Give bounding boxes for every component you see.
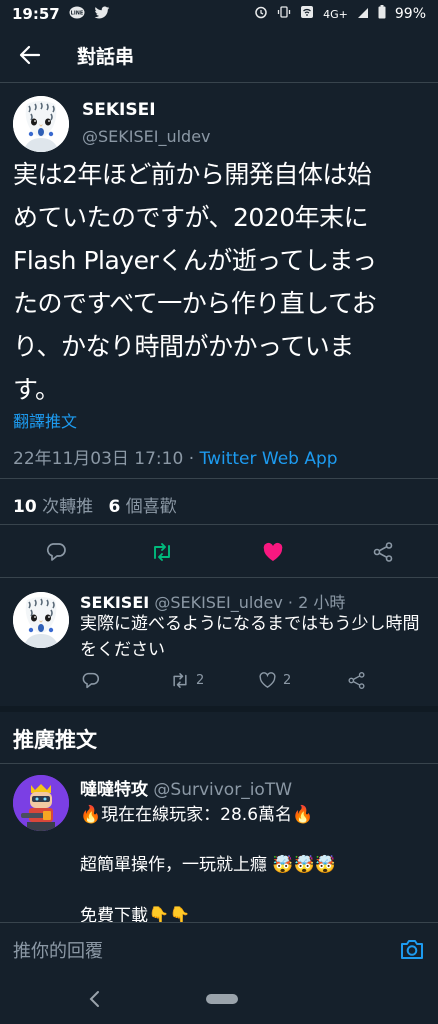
author-name[interactable]: SEKISEI (82, 100, 156, 120)
tweet-timestamp[interactable]: 22年11月03日 17:10 (13, 449, 183, 469)
promoted-divider (0, 763, 438, 764)
line-app-icon: LINE (69, 6, 85, 23)
app-header: 對話串 (0, 28, 438, 82)
network-type: 4G+ (323, 7, 348, 21)
section-separator (0, 706, 438, 712)
wifi-icon (300, 5, 314, 23)
promoted-text-line-2: 超簡單操作，一玩就上癮 🤯🤯🤯 (80, 855, 336, 875)
tweet-text: 実は2年ほど前から開発自体は始 めていたのですが、2020年末に Flash P… (13, 160, 377, 404)
retweet-stat-label: 次轉推 (36, 497, 94, 517)
chevron-left-icon (89, 991, 99, 1007)
vibrate-icon (277, 5, 291, 23)
battery-level: 99% (394, 6, 426, 22)
header-divider (0, 82, 438, 83)
retweet-icon (154, 543, 170, 561)
reply-reply-button[interactable] (81, 671, 100, 690)
retweet-count: 10 (13, 497, 37, 517)
svg-text:LINE: LINE (70, 10, 83, 16)
promoted-header: 噠噠特攻 @Survivor_ioTW (80, 775, 292, 800)
status-bar: 19:57 LINE 4G+ 99% (0, 0, 438, 28)
alarm-icon (254, 5, 268, 23)
reply-like-count: 2 (283, 672, 292, 688)
promoted-text-line-1: 🔥現在在線玩家：28.6萬名🔥 (80, 805, 314, 825)
retweet-button[interactable] (148, 535, 176, 569)
heart-icon (259, 672, 276, 688)
promoted-author-name[interactable]: 噠噠特攻 (80, 780, 148, 800)
twitter-notification-icon (94, 6, 110, 23)
reply-retweet-count: 2 (196, 673, 205, 688)
promoted-author-avatar[interactable] (13, 775, 69, 831)
stats-divider (0, 524, 438, 525)
actions-divider (0, 577, 438, 578)
translate-tweet-link[interactable]: 翻譯推文 (13, 408, 77, 432)
reply-time: · 2 小時 (282, 593, 346, 612)
back-button[interactable] (18, 43, 42, 67)
like-count: 6 (108, 497, 121, 517)
tweet-stats: 10 次轉推 6 個喜歡 (13, 492, 177, 517)
reply-button[interactable] (42, 535, 70, 569)
share-icon (373, 542, 393, 562)
camera-button[interactable] (398, 935, 426, 963)
reply-header: SEKISEI @SEKISEI_uldev · 2 小時 (80, 589, 345, 613)
author-handle[interactable]: @SEKISEI_uldev (82, 127, 211, 146)
like-stat[interactable]: 6 個喜歡 (108, 497, 176, 517)
signal-icon (357, 5, 369, 23)
reply-icon (82, 672, 99, 689)
share-icon (348, 672, 365, 689)
reply-input[interactable]: 推你的回覆 (13, 937, 103, 963)
tweet-source-link[interactable]: Twitter Web App (200, 449, 338, 469)
reply-text: 実際に遊べるようになるまではもう少し時間をください (80, 614, 420, 660)
system-back-button[interactable] (85, 988, 105, 1010)
tweet-meta: 22年11月03日 17:10 · Twitter Web App (13, 444, 338, 469)
reply-author-handle[interactable]: @SEKISEI_uldev (154, 593, 283, 612)
reply-retweet-button[interactable]: 2 (170, 671, 204, 690)
promoted-section-title: 推廣推文 (13, 728, 97, 752)
arrow-left-icon (19, 45, 41, 65)
share-button[interactable] (369, 535, 397, 569)
status-time: 19:57 (12, 5, 60, 23)
tweet-actions (0, 535, 438, 569)
battery-icon (378, 5, 386, 23)
reply-author-avatar[interactable] (13, 592, 69, 648)
like-button[interactable] (259, 535, 287, 569)
camera-icon (401, 940, 423, 959)
system-nav-bar (0, 976, 438, 1024)
promoted-author-handle[interactable]: @Survivor_ioTW (153, 780, 292, 800)
retweet-icon (173, 673, 187, 688)
reply-compose-bar: 推你的回覆 (0, 922, 438, 976)
reply-like-button[interactable]: 2 (258, 671, 291, 689)
system-home-button[interactable] (206, 994, 238, 1004)
meta-divider (0, 478, 438, 479)
reply-author-name[interactable]: SEKISEI (80, 593, 149, 612)
author-avatar[interactable] (13, 96, 69, 152)
reply-icon (46, 543, 66, 561)
meta-separator: · (183, 449, 200, 469)
heart-filled-icon (263, 542, 283, 561)
page-title: 對話串 (77, 45, 135, 68)
retweet-stat[interactable]: 10 次轉推 (13, 497, 93, 517)
reply-share-button[interactable] (347, 671, 366, 690)
reply-actions: 2 2 (0, 671, 438, 697)
like-stat-label: 個喜歡 (120, 497, 177, 517)
